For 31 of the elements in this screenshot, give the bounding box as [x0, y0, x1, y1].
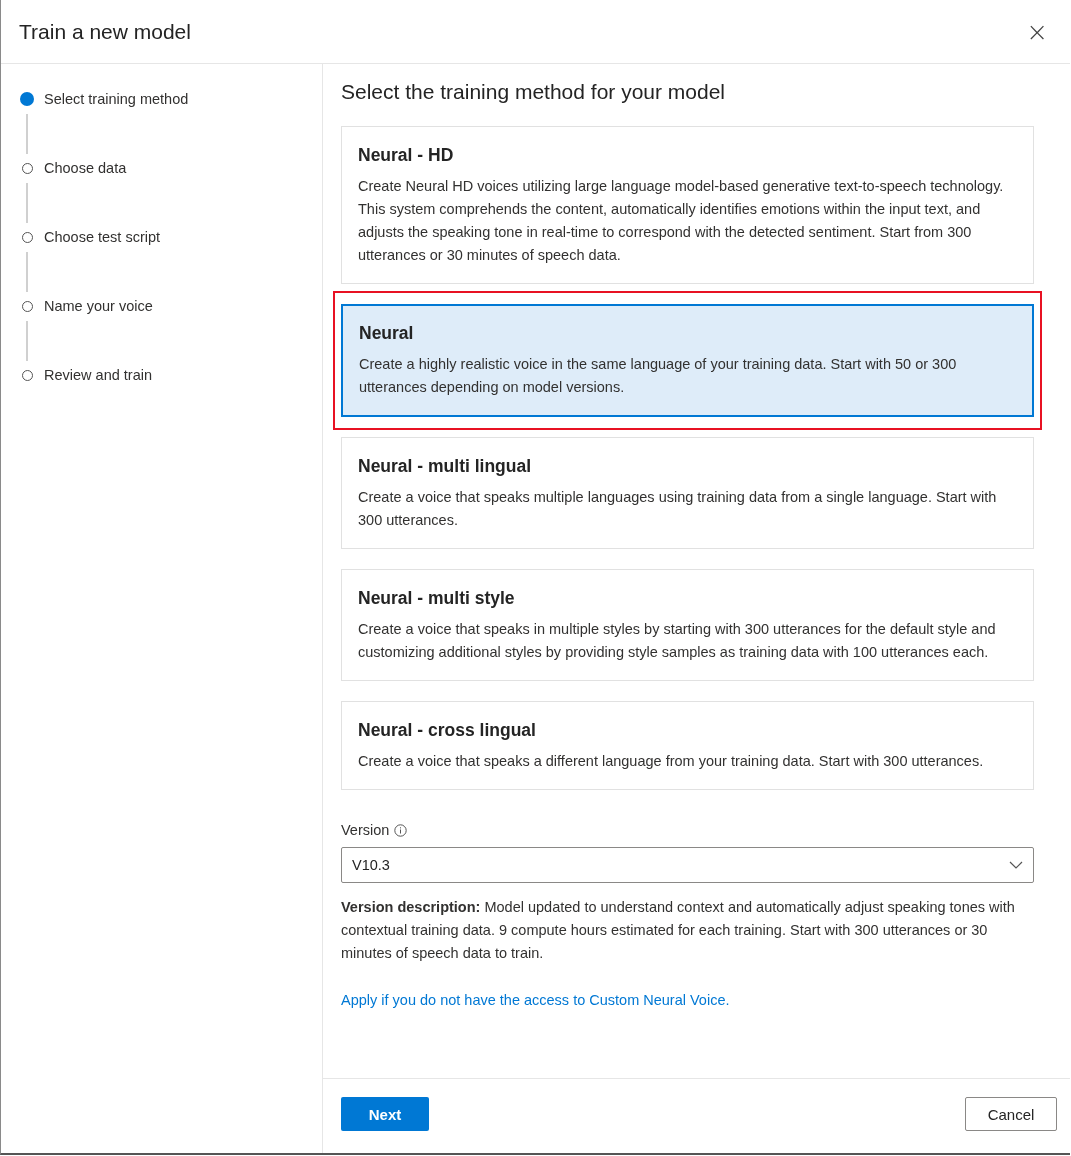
- method-title: Neural - cross lingual: [358, 720, 537, 741]
- method-card[interactable]: Neural Create a highly realistic voice in the same language of your training data. Start with 50 or 300 utterances depending on model versions.: [341, 304, 1034, 417]
- version-label: Version: [341, 822, 390, 838]
- next-button[interactable]: Next: [341, 1097, 429, 1131]
- method-description: Create a voice that speaks in multiple styles by starting with 300 utterances for the default style and customizing additional styles by providing style samples as training data with 100 utterances each.: [358, 620, 997, 662]
- method-description: Create a voice that speaks a different language from your training data. Start with 300 utterances.: [358, 752, 985, 771]
- method-title: Neural: [359, 323, 415, 344]
- method-description: Create Neural HD voices utilizing large language model-based generative text-to-speech technology. This system comprehends the content, automatically identifies emotions within the input text, and adjusts the speaking tone in real-time to correspond with the detected sentiment. Start from 300 utterances or 30 minutes of speech data.: [358, 177, 1005, 265]
- method-title: Neural - HD: [358, 145, 455, 166]
- apply-link[interactable]: Apply if you do not have the access to Custom Neural Voice.: [341, 992, 730, 1008]
- method-title: Neural - multi lingual: [358, 456, 533, 477]
- method-description: Create a voice that speaks multiple languages using training data from a single language. Start with 300 utterances.: [358, 488, 998, 530]
- method-card[interactable]: [341, 569, 1034, 681]
- version-dropdown[interactable]: V10.3: [341, 847, 1034, 883]
- method-card[interactable]: Neural - cross lingual Create a voice that speaks a different language from your training data. Start with 300 utterances.: [341, 701, 1034, 790]
- step-label: Select training method: [44, 91, 189, 107]
- method-description: Create a highly realistic voice in the same language of your training data. Start with 50 or 300 utterances depending on model versions.: [359, 355, 958, 397]
- version-description: Version description: Model updated to understand context and automatically adjust speaking tones with contextual training data. 9 compute hours estimated for each training. Start with 300 utterances or 30 minutes of speech data to train.: [341, 898, 1016, 963]
- info-icon: [394, 823, 408, 837]
- method-title: Neural - multi style: [358, 588, 516, 609]
- step-label: Name your voice: [44, 298, 153, 314]
- method-card[interactable]: Neural - multi lingual Create a voice that speaks multiple languages using training data from a single language. Start with 300 utterances.: [341, 437, 1034, 549]
- chevron-down-icon: [1009, 861, 1023, 869]
- close-button[interactable]: ×: [1022, 18, 1052, 45]
- step-label: Choose test script: [44, 229, 161, 245]
- cancel-button[interactable]: Cancel: [965, 1097, 1057, 1131]
- step-label: Review and train: [44, 367, 152, 383]
- dialog-title: Train a new model: [19, 19, 191, 44]
- method-card[interactable]: [341, 126, 1034, 284]
- section-heading: Select the training method for your model: [341, 80, 727, 104]
- step-label: Choose data: [44, 160, 127, 176]
